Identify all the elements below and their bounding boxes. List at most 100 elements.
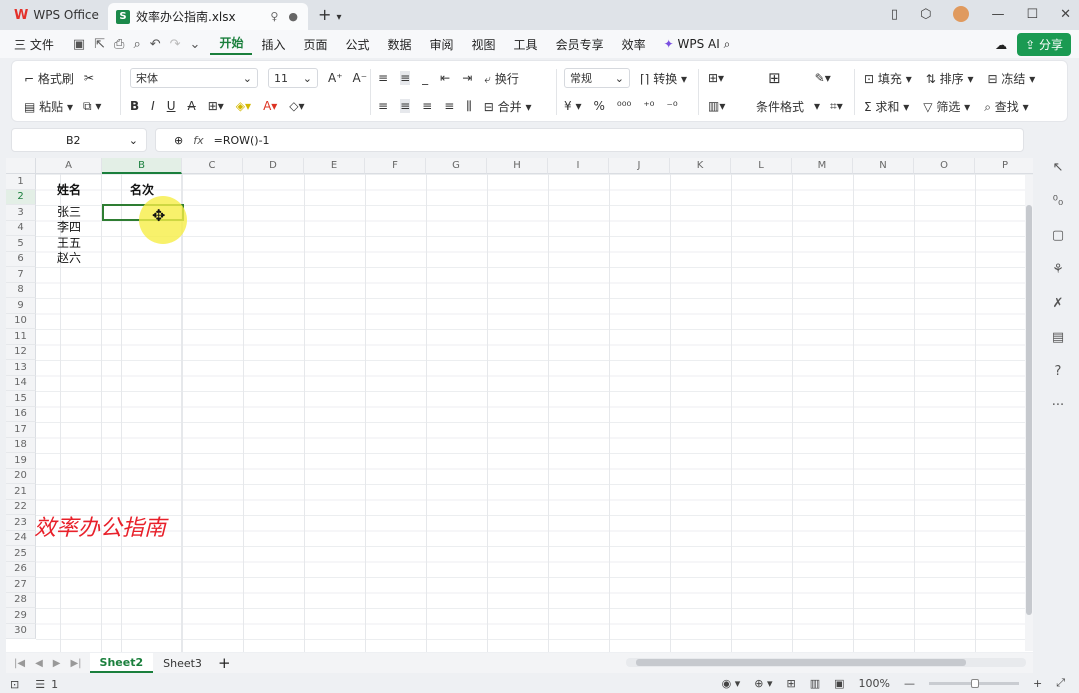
freeze-button[interactable]: ⊟ 冻结 ▾ (988, 70, 1036, 87)
cut-icon[interactable]: ✂ (84, 71, 94, 85)
column-header-c[interactable]: C (182, 158, 243, 174)
increase-decimal-icon[interactable]: ⁺⁰ (643, 99, 654, 113)
column-header-g[interactable]: G (426, 158, 487, 174)
horizontal-scrollbar[interactable] (626, 658, 1026, 667)
row-header-15[interactable]: 15 (6, 391, 36, 407)
zoom-slider-knob[interactable] (970, 678, 979, 688)
add-sheet-icon[interactable]: + (212, 654, 237, 672)
share-button[interactable]: ⇪ 分享 (1017, 33, 1071, 56)
number-format-select[interactable]: 常规 ⌄ (564, 68, 630, 88)
row-header-19[interactable]: 19 (6, 453, 36, 469)
cell-a5[interactable]: 赵六 (36, 251, 102, 266)
tab-wps-ai[interactable]: ✦ WPS AI ⌕ (655, 37, 740, 52)
name-box[interactable]: B2 ⌄ (11, 128, 147, 152)
align-middle-icon[interactable]: ≡ (400, 71, 411, 85)
wrap-text-button[interactable]: ⤶ 换行 (484, 70, 519, 87)
fill-button[interactable]: ⊡ 填充 ▾ (864, 70, 912, 87)
row-header-23[interactable]: 23 (6, 515, 36, 531)
save-icon[interactable]: ▣ (73, 37, 85, 52)
decrease-decimal-icon[interactable]: ⁻⁰ (666, 99, 677, 113)
sheet-tab-sheet3[interactable]: Sheet3 (153, 653, 212, 673)
align-center-icon[interactable]: ≡ (400, 99, 411, 113)
filter-button[interactable]: ▽ 筛选 ▾ (923, 98, 970, 115)
increase-font-icon[interactable]: A⁺ (328, 71, 343, 85)
row-header-26[interactable]: 26 (6, 561, 36, 577)
menu-lines-icon[interactable]: ☰ (29, 678, 51, 691)
cell-b1[interactable]: 名次 (102, 183, 182, 198)
pin-icon[interactable]: ♀ (270, 10, 278, 23)
export-icon[interactable]: ⇱ (94, 37, 105, 52)
row-header-16[interactable]: 16 (6, 406, 36, 422)
row-header-25[interactable]: 25 (6, 546, 36, 562)
row-header-4[interactable]: 4 (6, 220, 36, 236)
font-size-select[interactable]: 11 ⌄ (268, 68, 318, 88)
row-header-1[interactable]: 1 (6, 174, 36, 190)
column-header-p[interactable]: P (975, 158, 1033, 174)
avatar[interactable] (953, 6, 970, 22)
zoom-in-icon[interactable]: + (1033, 677, 1042, 690)
row-header-22[interactable]: 22 (6, 499, 36, 515)
row-header-30[interactable]: 30 (6, 623, 36, 639)
tools-icon[interactable]: ✗ (1053, 296, 1064, 311)
layout-icon[interactable]: ▯ (891, 7, 898, 22)
frame-icon[interactable]: ⌗▾ (830, 99, 843, 114)
eye-icon[interactable]: ◉ ▾ (722, 677, 741, 690)
horizontal-scroll-thumb[interactable] (636, 659, 966, 666)
strikethrough-icon[interactable]: A (188, 99, 196, 113)
row-header-10[interactable]: 10 (6, 313, 36, 329)
column-header-b[interactable]: B (102, 158, 182, 174)
find-button[interactable]: ⌕ 查找 ▾ (984, 98, 1028, 115)
first-sheet-icon[interactable]: |◀ (14, 658, 25, 669)
next-sheet-icon[interactable]: ▶ (53, 658, 61, 669)
tab-member[interactable]: 会员专享 (547, 36, 613, 53)
column-header-a[interactable]: A (36, 158, 102, 174)
tab-efficiency[interactable]: 效率 (613, 36, 655, 53)
merge-button[interactable]: ⊟ 合并 ▾ (484, 98, 532, 115)
cell-a4[interactable]: 王五 (36, 236, 102, 251)
paint-icon[interactable]: ✎▾ (815, 71, 831, 85)
tab-home[interactable]: 开始 (210, 34, 253, 55)
tab-insert[interactable]: 插入 (252, 36, 294, 53)
bold-icon[interactable]: B (130, 99, 139, 113)
select-pointer-icon[interactable]: ↖ (1053, 160, 1064, 175)
cube-icon[interactable]: ⬡ (920, 7, 931, 22)
page-break-icon[interactable]: ▣ (834, 677, 844, 690)
tab-page[interactable]: 页面 (294, 36, 336, 53)
fill-color-icon[interactable]: ◈▾ (236, 99, 251, 113)
row-header-20[interactable]: 20 (6, 468, 36, 484)
zoom-out-icon[interactable]: — (904, 677, 915, 690)
row-header-27[interactable]: 27 (6, 577, 36, 593)
row-header-12[interactable]: 12 (6, 344, 36, 360)
cloud-icon[interactable]: ☁ (995, 38, 1007, 52)
sum-button[interactable]: Σ 求和 ▾ (864, 98, 909, 115)
formula-input[interactable]: ⊕ fx =ROW()-1 (155, 128, 1024, 152)
cell-a1[interactable]: 姓名 (36, 183, 102, 198)
normal-view-icon[interactable]: ⊞ (786, 677, 795, 690)
paste-button[interactable]: ▤ 粘贴 ▾ (24, 98, 73, 115)
row-header-5[interactable]: 5 (6, 236, 36, 252)
row-header-2[interactable]: 2 (6, 189, 36, 205)
select-all-corner[interactable] (6, 158, 36, 174)
convert-button[interactable]: ⌈⌉ 转换 ▾ (640, 70, 687, 87)
column-header-k[interactable]: K (670, 158, 731, 174)
vertical-scroll-thumb[interactable] (1026, 205, 1032, 615)
prev-sheet-icon[interactable]: ◀ (35, 658, 43, 669)
preview-icon[interactable]: ⌕ (133, 37, 140, 52)
justify-icon[interactable]: ≡ (444, 99, 454, 113)
column-header-l[interactable]: L (731, 158, 792, 174)
row-header-18[interactable]: 18 (6, 437, 36, 453)
more-chevron-icon[interactable]: ⌄ (190, 37, 201, 52)
sort-button[interactable]: ⇅ 排序 ▾ (926, 70, 974, 87)
cell-a3[interactable]: 李四 (36, 220, 102, 235)
column-header-o[interactable]: O (914, 158, 975, 174)
redo-icon[interactable]: ↷ (170, 37, 181, 52)
ai-assist-icon[interactable]: ⚘ (1052, 262, 1064, 277)
cell-style-icon[interactable]: ⊞▾ (708, 71, 724, 85)
column-header-d[interactable]: D (243, 158, 304, 174)
row-header-9[interactable]: 9 (6, 298, 36, 314)
spreadsheet-grid[interactable]: ABCDEFGHIJKLMNOP 1 2 3 4 5 6 7 8 9 10 11 12 13 14 15 16… (6, 158, 1033, 652)
chevron-down-icon[interactable]: ⌄ (129, 134, 138, 147)
new-tab-button[interactable]: + ▾ (318, 5, 342, 24)
column-header-n[interactable]: N (853, 158, 914, 174)
cell-grid[interactable] (36, 174, 1033, 652)
